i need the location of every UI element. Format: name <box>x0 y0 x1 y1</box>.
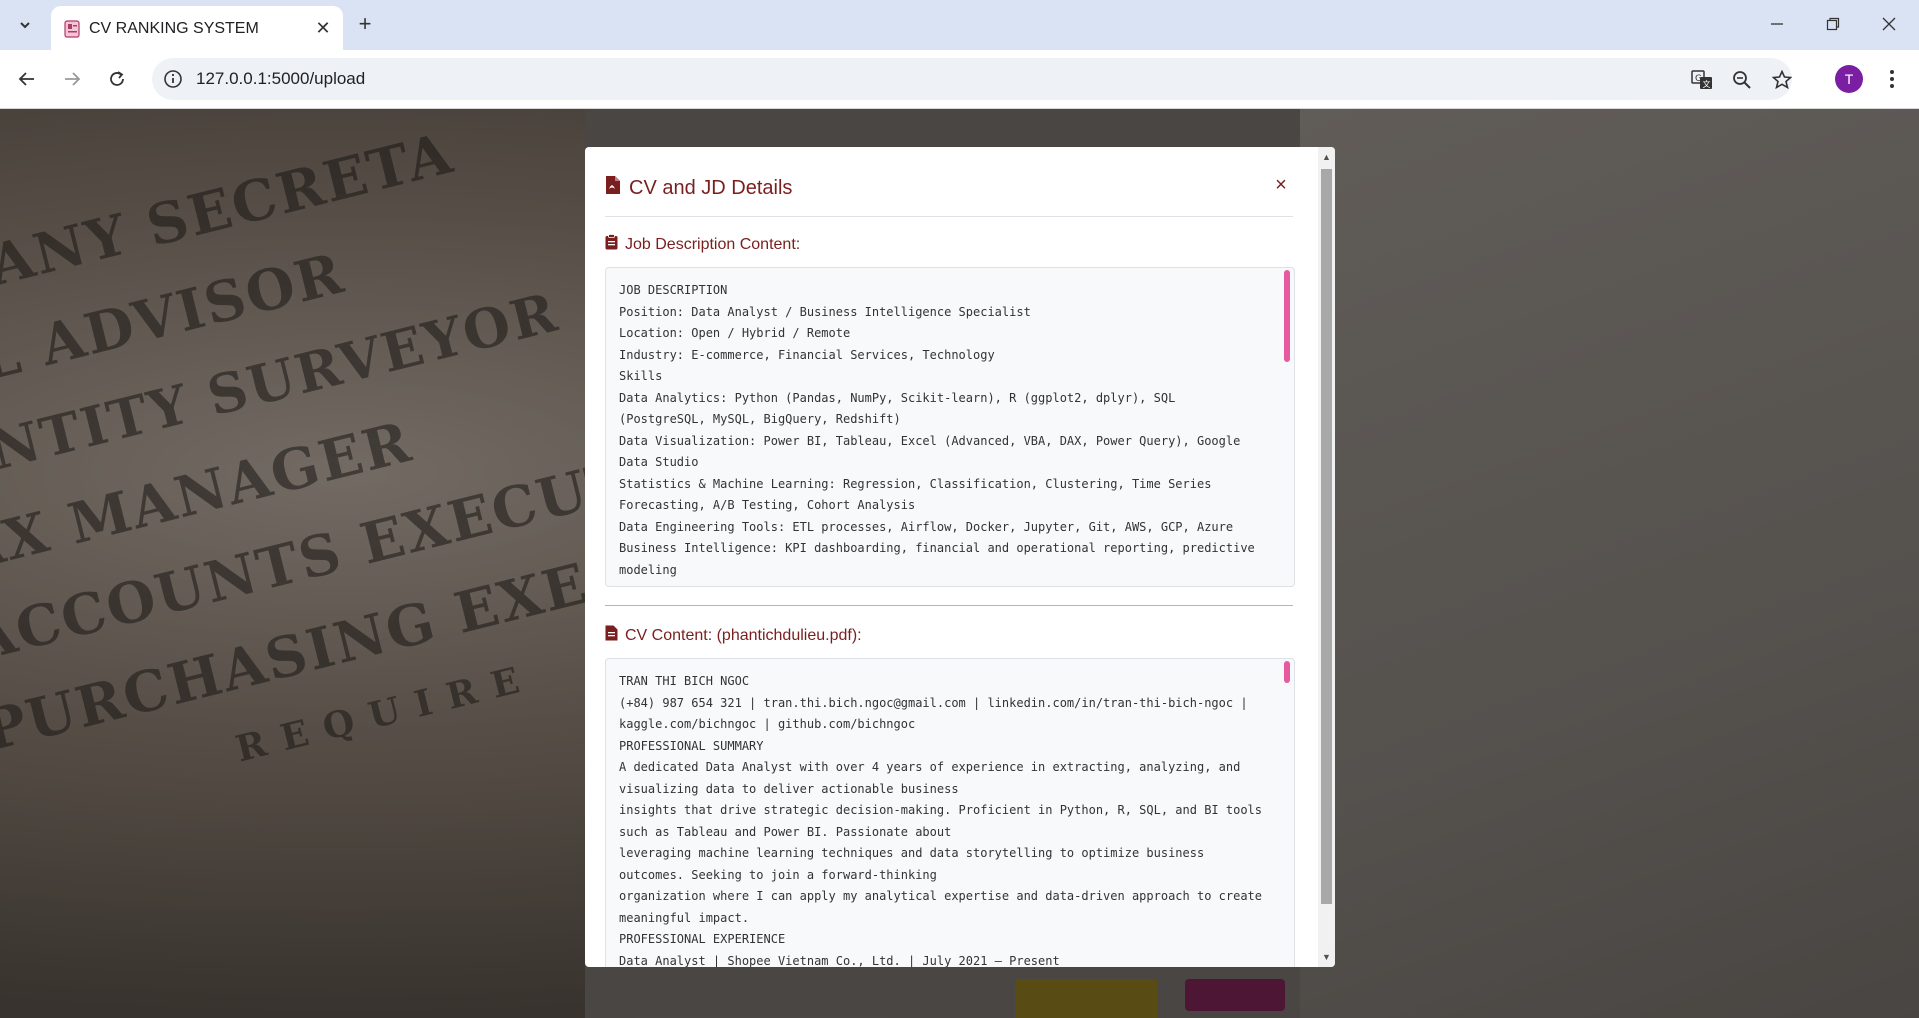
cv-content-box[interactable]: TRAN THI BICH NGOC (+84) 987 654 321 | t… <box>605 658 1295 967</box>
address-bar[interactable]: 127.0.0.1:5000/upload G文 <box>152 58 1792 100</box>
modal-scrollbar[interactable]: ▲ ▼ <box>1318 147 1335 967</box>
zoom-icon[interactable] <box>1730 68 1754 92</box>
scroll-up-arrow-icon[interactable]: ▲ <box>1321 151 1332 163</box>
cv-heading: CV Content: (phantichdulieu.pdf): <box>605 625 862 646</box>
jd-heading-text: Job Description Content: <box>625 235 801 253</box>
cv-heading-text: CV Content: (phantichdulieu.pdf): <box>625 626 862 644</box>
modal-close-icon[interactable]: × <box>1271 175 1291 195</box>
jd-heading: Job Description Content: <box>605 234 800 255</box>
modal-scrollbar-thumb[interactable] <box>1321 169 1332 904</box>
tab-search-chevron-icon[interactable] <box>12 12 38 38</box>
back-arrow-icon[interactable] <box>12 64 42 94</box>
forward-arrow-icon[interactable] <box>57 64 87 94</box>
minimize-icon[interactable] <box>1754 8 1800 40</box>
cv-jd-details-modal: CV and JD Details × Job Description Cont… <box>585 147 1335 967</box>
modal-header: CV and JD Details × <box>605 147 1293 217</box>
active-tab[interactable]: CV RANKING SYSTEM ✕ <box>51 6 343 50</box>
jd-content-text: JOB DESCRIPTION Position: Data Analyst /… <box>619 283 1255 577</box>
window-close-icon[interactable] <box>1866 8 1912 40</box>
cv-favicon-icon <box>63 20 81 38</box>
reload-icon[interactable] <box>102 64 132 94</box>
profile-avatar[interactable]: T <box>1835 65 1863 93</box>
pdf-file-icon <box>605 175 621 201</box>
bookmark-star-icon[interactable] <box>1770 68 1794 92</box>
tab-title: CV RANKING SYSTEM <box>89 20 259 37</box>
svg-text:文: 文 <box>1703 79 1711 89</box>
cv-scrollbar-thumb[interactable] <box>1284 661 1290 683</box>
more-menu-icon[interactable] <box>1880 64 1904 94</box>
restore-icon[interactable] <box>1810 8 1856 40</box>
file-icon <box>605 625 618 646</box>
browser-toolbar: 127.0.0.1:5000/upload G文 T <box>0 50 1919 109</box>
tab-close-icon[interactable]: ✕ <box>313 18 333 38</box>
scroll-down-arrow-icon[interactable]: ▼ <box>1321 951 1332 963</box>
jd-scrollbar-thumb[interactable] <box>1284 270 1290 362</box>
translate-icon[interactable]: G文 <box>1690 68 1714 92</box>
section-divider <box>605 605 1293 606</box>
jd-content-box[interactable]: JOB DESCRIPTION Position: Data Analyst /… <box>605 267 1295 587</box>
site-info-icon[interactable] <box>162 68 184 90</box>
modal-title: CV and JD Details <box>605 175 792 201</box>
browser-tab-bar: CV RANKING SYSTEM ✕ + <box>0 0 1919 50</box>
clipboard-icon <box>605 234 618 255</box>
new-tab-plus-icon[interactable]: + <box>352 12 378 38</box>
modal-title-text: CV and JD Details <box>629 176 793 199</box>
cv-content-text: TRAN THI BICH NGOC (+84) 987 654 321 | t… <box>619 674 1262 967</box>
url-text: 127.0.0.1:5000/upload <box>196 69 366 88</box>
